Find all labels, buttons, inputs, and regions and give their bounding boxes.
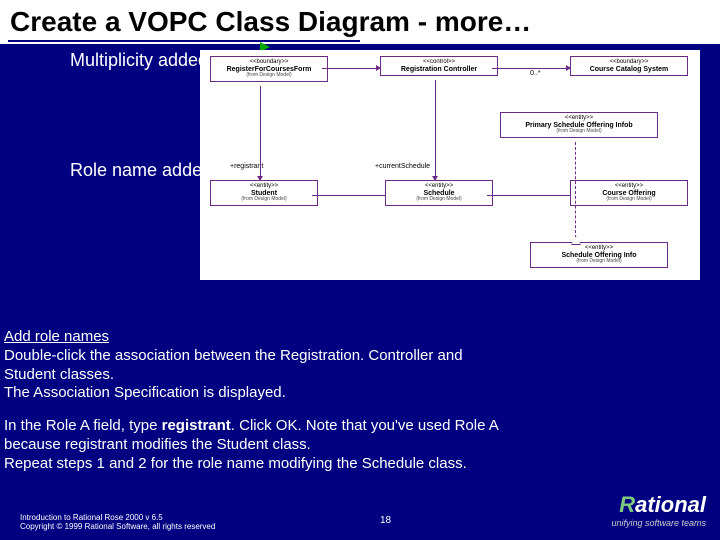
- annotation-rolename: Role name added: [70, 160, 212, 181]
- rational-logo: Rational unifying software teams: [611, 492, 706, 528]
- role-registrant: +registrant: [230, 163, 263, 170]
- page-title: Create a VOPC Class Diagram - more…: [0, 0, 720, 44]
- class-register-form: <<boundary>> RegisterForCoursesForm (fro…: [210, 56, 328, 82]
- class-diagram: <<boundary>> RegisterForCoursesForm (fro…: [200, 50, 700, 280]
- multiplicity-label: 0..*: [530, 70, 541, 77]
- instructions: Add role names Double-click the associat…: [4, 328, 714, 473]
- class-schedule-offering-info: <<entity>> Schedule Offering Info (from …: [530, 242, 668, 268]
- class-primary-schedule-offering: <<entity>> Primary Schedule Offering Inf…: [500, 112, 658, 138]
- class-schedule: <<entity>> Schedule (from Design Model): [385, 180, 493, 206]
- class-student: <<entity>> Student (from Design Model): [210, 180, 318, 206]
- annotation-multiplicity: Multiplicity added: [70, 50, 208, 71]
- footer: Introduction to Rational Rose 2000 v 6.5…: [20, 513, 215, 532]
- class-course-offering: <<entity>> Course Offering (from Design …: [570, 180, 688, 206]
- class-registration-controller: <<control>> Registration Controller: [380, 56, 498, 76]
- class-course-catalog: <<boundary>> Course Catalog System: [570, 56, 688, 76]
- instructions-heading: Add role names: [4, 328, 714, 347]
- role-current-schedule: +currentSchedule: [375, 163, 430, 170]
- slide-number: 18: [380, 515, 391, 526]
